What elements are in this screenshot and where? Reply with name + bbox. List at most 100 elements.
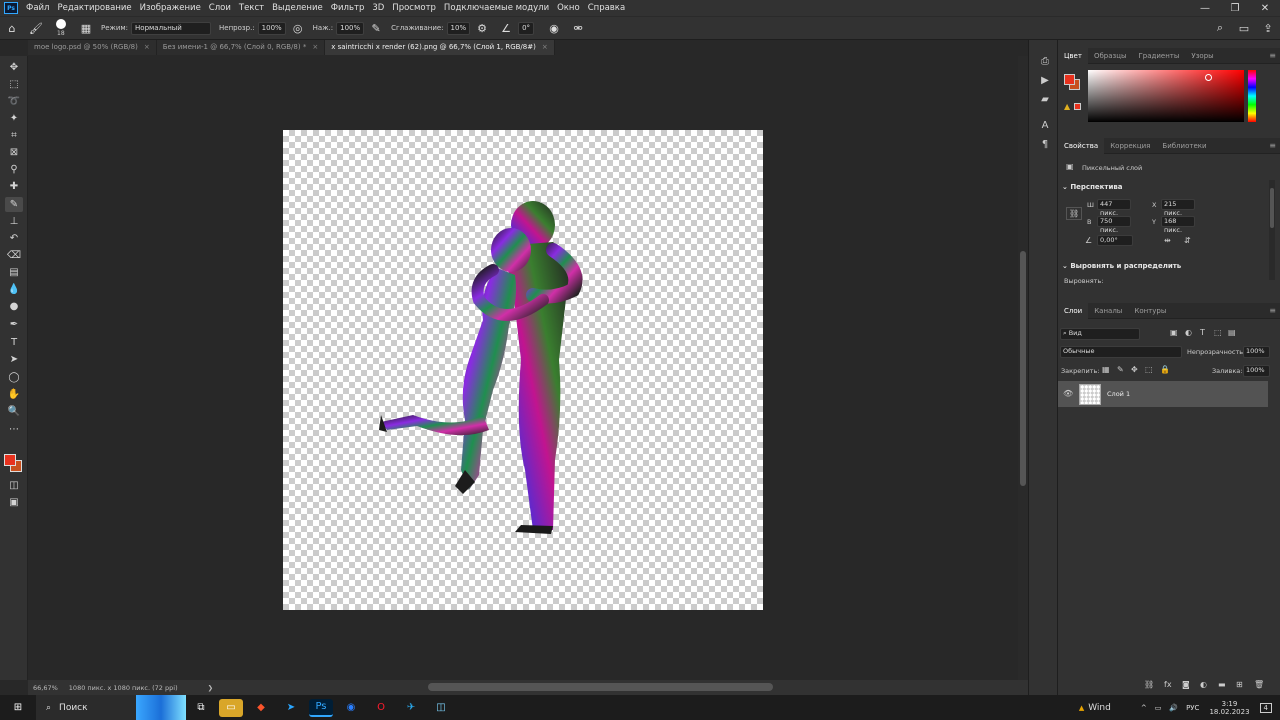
angle-field[interactable]: 0° <box>518 21 535 35</box>
brush-preset-icon[interactable]: 🖌 <box>28 20 44 36</box>
magic-wand-icon[interactable]: ✦ <box>5 111 23 126</box>
path-select-icon[interactable]: ➤ <box>5 352 23 367</box>
weather-label[interactable]: Wind <box>1088 703 1111 713</box>
quick-mask-icon[interactable]: ◫ <box>5 478 23 493</box>
filter-shape-icon[interactable]: ⬚ <box>1214 328 1222 337</box>
menu-filter[interactable]: Фильтр <box>327 0 369 16</box>
home-icon[interactable]: ⌂ <box>4 20 20 36</box>
vertical-scrollbar[interactable] <box>1018 56 1028 680</box>
task-view-icon[interactable]: ⧉ <box>189 699 213 717</box>
layer-filter-select[interactable]: ⌕ Вид <box>1060 328 1140 340</box>
perspective-section[interactable]: ⌄ Перспектива <box>1062 183 1123 191</box>
history-panel-icon[interactable]: ⎙ <box>1038 56 1052 70</box>
close-icon[interactable]: × <box>144 43 150 51</box>
symmetry-icon[interactable]: ⚮ <box>570 20 586 36</box>
flip-vertical-icon[interactable]: ⇵ <box>1184 236 1191 245</box>
opacity-field[interactable]: 100% <box>257 21 286 35</box>
filter-type-icon[interactable]: T <box>1200 328 1205 337</box>
file-explorer-icon[interactable]: ▭ <box>219 698 243 717</box>
color-picker-field[interactable] <box>1088 70 1244 122</box>
tab-libraries[interactable]: Библиотеки <box>1156 138 1212 154</box>
layer-style-icon[interactable]: fx <box>1164 680 1172 689</box>
filter-adjustment-icon[interactable]: ◐ <box>1185 328 1192 337</box>
web-safe-swatch[interactable] <box>1074 103 1081 110</box>
width-field[interactable]: 447 пикс. <box>1097 199 1131 217</box>
canvas-area[interactable] <box>28 56 1018 680</box>
foreground-color-swatch[interactable] <box>4 454 16 466</box>
menu-plugins[interactable]: Подключаемые модули <box>440 0 553 16</box>
visibility-eye-icon[interactable]: 👁 <box>1063 389 1073 398</box>
color-picker-handle[interactable] <box>1205 74 1212 81</box>
lasso-tool-icon[interactable]: ➰ <box>5 94 23 109</box>
status-menu-arrow-icon[interactable]: ❯ <box>208 684 213 692</box>
lock-pixels-icon[interactable]: ✎ <box>1117 365 1124 374</box>
panel-menu-icon[interactable]: ≡ <box>1269 51 1276 60</box>
smoothing-field[interactable]: 10% <box>446 21 471 35</box>
hand-tool-icon[interactable]: ✋ <box>5 387 23 402</box>
layer-name[interactable]: Слой 1 <box>1107 390 1130 398</box>
history-brush-icon[interactable]: ↶ <box>5 231 23 246</box>
scroll-thumb[interactable] <box>1020 251 1026 486</box>
menu-image[interactable]: Изображение <box>136 0 205 16</box>
opera-icon[interactable]: O <box>369 699 393 717</box>
brave-browser-icon[interactable]: ◆ <box>249 699 273 717</box>
link-layers-icon[interactable]: ⛓ <box>1144 680 1154 689</box>
brush-settings-icon[interactable]: ▦ <box>78 20 94 36</box>
paragraph-panel-icon[interactable]: ¶ <box>1038 139 1052 153</box>
screen-mode-icon[interactable]: ▣ <box>5 495 23 510</box>
app-blue-icon[interactable]: ◫ <box>429 699 453 717</box>
hue-slider[interactable] <box>1248 70 1256 122</box>
angle-field[interactable]: 0,00° <box>1097 235 1133 246</box>
menu-type[interactable]: Текст <box>235 0 268 16</box>
pressure-size-icon[interactable]: ◉ <box>546 20 562 36</box>
eyedropper-icon[interactable]: ⚲ <box>5 162 23 177</box>
menu-edit[interactable]: Редактирование <box>53 0 135 16</box>
language-indicator[interactable]: РУС <box>1186 704 1199 712</box>
menu-file[interactable]: Файл <box>22 0 53 16</box>
blur-tool-icon[interactable]: 💧 <box>5 282 23 297</box>
close-button[interactable]: ✕ <box>1250 3 1280 14</box>
tab-untitled[interactable]: Без имени-1 @ 66,7% (Слой 0, RGB/8) * × <box>156 40 326 55</box>
tab-channels[interactable]: Каналы <box>1088 303 1128 319</box>
pressure-opacity-icon[interactable]: ◎ <box>290 20 306 36</box>
menu-window[interactable]: Окно <box>553 0 584 16</box>
brush-tool-icon[interactable]: ✎ <box>5 197 23 212</box>
tray-overflow-icon[interactable]: ^ <box>1141 704 1147 712</box>
menu-view[interactable]: Просмотр <box>388 0 440 16</box>
link-icon[interactable]: ⛓ <box>1066 207 1083 220</box>
zoom-tool-icon[interactable]: 🔍 <box>5 404 23 419</box>
type-tool-icon[interactable]: T <box>5 335 23 350</box>
actions-play-icon[interactable]: ▶ <box>1038 75 1052 89</box>
y-field[interactable]: 168 пикс. <box>1161 216 1195 234</box>
steam-icon[interactable]: ◉ <box>339 699 363 717</box>
height-field[interactable]: 750 пикс. <box>1097 216 1131 234</box>
menu-help[interactable]: Справка <box>584 0 629 16</box>
layer-row[interactable]: 👁 Слой 1 <box>1058 381 1268 407</box>
airbrush-icon[interactable]: ✎ <box>368 20 384 36</box>
properties-scrollbar[interactable] <box>1269 180 1275 280</box>
tab-moe-logo[interactable]: moe logo.psd @ 50% (RGB/8) × <box>28 40 157 55</box>
move-tool-icon[interactable]: ✥ <box>5 60 23 75</box>
pen-tool-icon[interactable]: ✒ <box>5 317 23 332</box>
lock-all-icon[interactable]: 🔒 <box>1160 365 1170 374</box>
flip-horizontal-icon[interactable]: ⇹ <box>1164 236 1171 245</box>
frame-tool-icon[interactable]: ⊠ <box>5 145 23 160</box>
comments-icon[interactable]: ▰ <box>1038 94 1052 108</box>
ellipse-tool-icon[interactable]: ◯ <box>5 370 23 385</box>
tab-layers[interactable]: Слои <box>1058 302 1089 319</box>
tab-gradients[interactable]: Градиенты <box>1133 48 1186 64</box>
add-mask-icon[interactable]: ◙ <box>1182 680 1190 689</box>
windows-start-icon[interactable]: ⊞ <box>3 699 33 717</box>
filter-pixel-icon[interactable]: ▣ <box>1170 328 1178 337</box>
align-section[interactable]: ⌄ Выровнять и распределить <box>1062 262 1181 270</box>
panel-menu-icon[interactable]: ≡ <box>1269 141 1276 150</box>
search-icon[interactable]: ⌕ <box>1212 20 1228 36</box>
x-field[interactable]: 215 пикс. <box>1161 199 1195 217</box>
new-group-icon[interactable]: ▬ <box>1218 680 1226 689</box>
network-icon[interactable]: ▭ <box>1155 704 1162 712</box>
clock[interactable]: 3:19 18.02.2023 <box>1209 700 1249 716</box>
zoom-level[interactable]: 66,67% <box>28 684 63 692</box>
telegram-icon[interactable]: ✈ <box>399 699 423 717</box>
workspace-icon[interactable]: ▭ <box>1236 20 1252 36</box>
trash-icon[interactable]: 🗑 <box>1254 680 1264 689</box>
